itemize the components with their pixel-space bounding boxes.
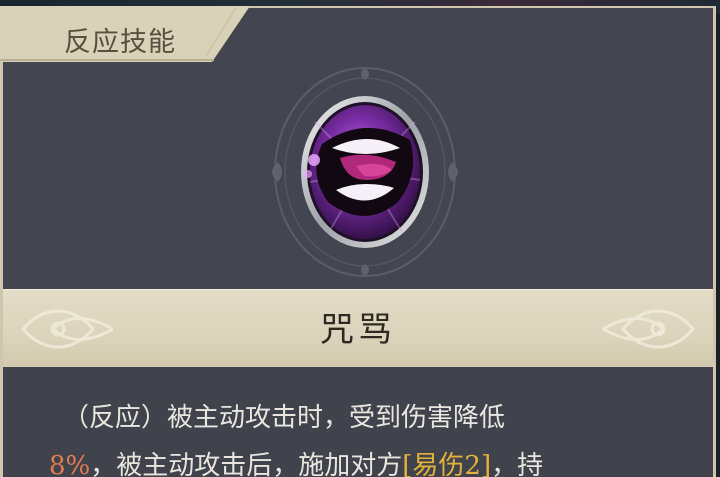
- tab-label: 反应技能: [64, 27, 176, 58]
- description-line-2-text: ，被主动攻击后，施加对方: [90, 451, 403, 477]
- vulnerability-effect-link[interactable]: [易伤2]: [402, 451, 491, 477]
- damage-reduction-value: 8%: [49, 451, 91, 477]
- description-line-2: 8%，被主动攻击后，施加对方[易伤2]，持: [49, 445, 543, 477]
- skill-description: （反应）被主动攻击时，受到伤害降低 8%，被主动攻击后，施加对方[易伤2]，持: [3, 367, 713, 477]
- skill-icon-frame: [270, 62, 460, 282]
- description-line-2-end: ，持: [491, 451, 544, 477]
- reaction-skill-tab[interactable]: 反应技能: [0, 6, 250, 62]
- description-line-1: （反应）被主动攻击时，受到伤害降低: [63, 403, 506, 433]
- skill-name-banner: 咒骂: [3, 289, 713, 368]
- scroll-ornament-right-icon: [602, 309, 695, 349]
